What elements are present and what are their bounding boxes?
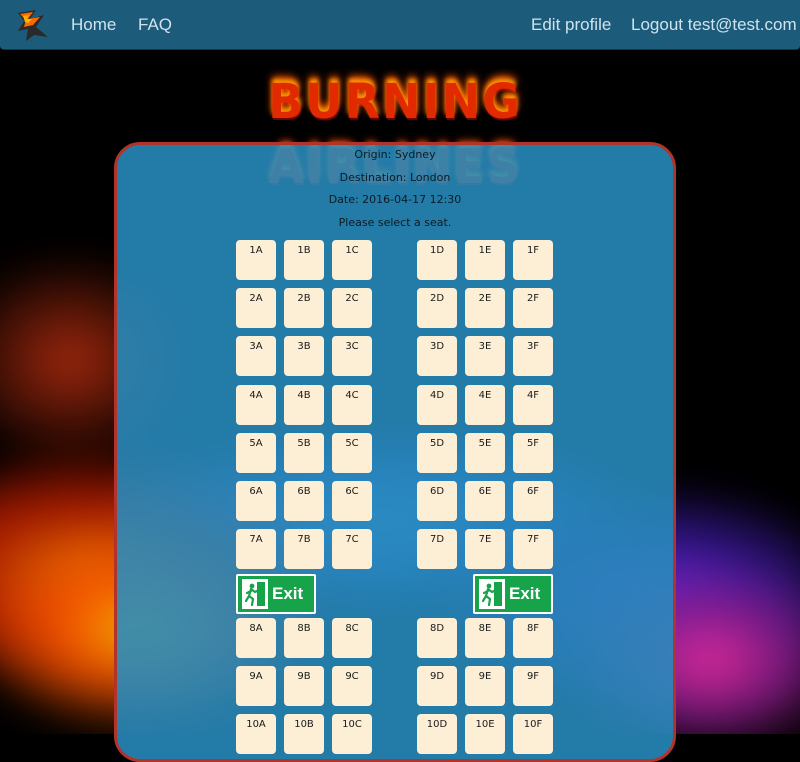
seat-4B[interactable]: 4B bbox=[284, 385, 324, 425]
seat-3E[interactable]: 3E bbox=[465, 336, 505, 376]
seat-10C[interactable]: 10C bbox=[332, 714, 372, 754]
seat-3B[interactable]: 3B bbox=[284, 336, 324, 376]
seat-8E[interactable]: 8E bbox=[465, 618, 505, 658]
seat-6D[interactable]: 6D bbox=[417, 481, 457, 521]
exit-label: Exit bbox=[509, 584, 541, 603]
seat-10F[interactable]: 10F bbox=[513, 714, 553, 754]
exit-label: Exit bbox=[272, 584, 304, 603]
seat-selection-panel: Origin: Sydney Destination: London Date:… bbox=[114, 142, 676, 762]
seat-6B[interactable]: 6B bbox=[284, 481, 324, 521]
nav-home-link[interactable]: Home bbox=[71, 15, 116, 35]
seat-3D[interactable]: 3D bbox=[417, 336, 457, 376]
seat-7E[interactable]: 7E bbox=[465, 529, 505, 569]
seat-2C[interactable]: 2C bbox=[332, 288, 372, 328]
seat-3C[interactable]: 3C bbox=[332, 336, 372, 376]
seat-8A[interactable]: 8A bbox=[236, 618, 276, 658]
seat-5D[interactable]: 5D bbox=[417, 433, 457, 473]
seat-2E[interactable]: 2E bbox=[465, 288, 505, 328]
seat-7C[interactable]: 7C bbox=[332, 529, 372, 569]
seat-6A[interactable]: 6A bbox=[236, 481, 276, 521]
seat-7B[interactable]: 7B bbox=[284, 529, 324, 569]
seat-1A[interactable]: 1A bbox=[236, 240, 276, 280]
seat-10B[interactable]: 10B bbox=[284, 714, 324, 754]
seat-2A[interactable]: 2A bbox=[236, 288, 276, 328]
seat-9E[interactable]: 9E bbox=[465, 666, 505, 706]
seat-9B[interactable]: 9B bbox=[284, 666, 324, 706]
seat-2F[interactable]: 2F bbox=[513, 288, 553, 328]
seat-4D[interactable]: 4D bbox=[417, 385, 457, 425]
nav-edit-profile-link[interactable]: Edit profile bbox=[531, 15, 611, 35]
seat-6E[interactable]: 6E bbox=[465, 481, 505, 521]
seat-1C[interactable]: 1C bbox=[332, 240, 372, 280]
seat-10E[interactable]: 10E bbox=[465, 714, 505, 754]
flame-logo-icon[interactable] bbox=[14, 7, 52, 43]
seat-3F[interactable]: 3F bbox=[513, 336, 553, 376]
seat-5F[interactable]: 5F bbox=[513, 433, 553, 473]
seat-10A[interactable]: 10A bbox=[236, 714, 276, 754]
seat-instruction: Please select a seat. bbox=[338, 216, 452, 229]
top-navbar: Home FAQ Edit profile Logout test@test.c… bbox=[0, 0, 800, 50]
seat-9F[interactable]: 9F bbox=[513, 666, 553, 706]
seat-4E[interactable]: 4E bbox=[465, 385, 505, 425]
seat-7F[interactable]: 7F bbox=[513, 529, 553, 569]
seat-2B[interactable]: 2B bbox=[284, 288, 324, 328]
seat-5B[interactable]: 5B bbox=[284, 433, 324, 473]
seat-8C[interactable]: 8C bbox=[332, 618, 372, 658]
seat-1F[interactable]: 1F bbox=[513, 240, 553, 280]
seat-9C[interactable]: 9C bbox=[332, 666, 372, 706]
brand-title: BURNING AIRLINES bbox=[268, 72, 522, 195]
running-man-exit-icon bbox=[479, 579, 505, 609]
seat-8B[interactable]: 8B bbox=[284, 618, 324, 658]
seat-6F[interactable]: 6F bbox=[513, 481, 553, 521]
nav-faq-link[interactable]: FAQ bbox=[138, 15, 172, 35]
seat-8F[interactable]: 8F bbox=[513, 618, 553, 658]
nav-logout-link[interactable]: Logout test@test.com bbox=[631, 15, 797, 35]
seat-6C[interactable]: 6C bbox=[332, 481, 372, 521]
exit-sign-right: Exit bbox=[473, 574, 553, 614]
seat-7A[interactable]: 7A bbox=[236, 529, 276, 569]
seat-4F[interactable]: 4F bbox=[513, 385, 553, 425]
seat-1B[interactable]: 1B bbox=[284, 240, 324, 280]
seat-2D[interactable]: 2D bbox=[417, 288, 457, 328]
seat-9A[interactable]: 9A bbox=[236, 666, 276, 706]
seat-5A[interactable]: 5A bbox=[236, 433, 276, 473]
seat-5E[interactable]: 5E bbox=[465, 433, 505, 473]
flight-date: Date: 2016-04-17 12:30 bbox=[328, 193, 462, 206]
seat-7D[interactable]: 7D bbox=[417, 529, 457, 569]
flight-destination: Destination: London bbox=[339, 171, 451, 184]
seat-3A[interactable]: 3A bbox=[236, 336, 276, 376]
seat-4C[interactable]: 4C bbox=[332, 385, 372, 425]
flight-origin: Origin: Sydney bbox=[354, 148, 436, 161]
seat-10D[interactable]: 10D bbox=[417, 714, 457, 754]
seat-8D[interactable]: 8D bbox=[417, 618, 457, 658]
seat-5C[interactable]: 5C bbox=[332, 433, 372, 473]
exit-sign-left: Exit bbox=[236, 574, 316, 614]
running-man-exit-icon bbox=[242, 579, 268, 609]
seat-1D[interactable]: 1D bbox=[417, 240, 457, 280]
seat-9D[interactable]: 9D bbox=[417, 666, 457, 706]
seat-1E[interactable]: 1E bbox=[465, 240, 505, 280]
seat-4A[interactable]: 4A bbox=[236, 385, 276, 425]
